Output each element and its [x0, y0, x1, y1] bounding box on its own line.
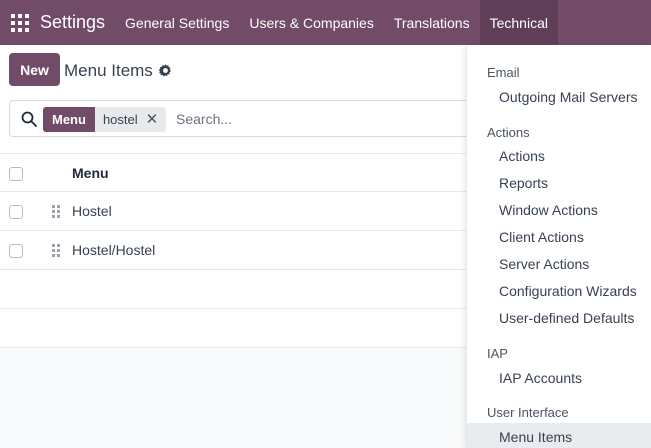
new-button[interactable]: New — [9, 53, 60, 86]
facet-value: hostel — [102, 112, 138, 127]
menu-item-user-defined-defaults[interactable]: User-defined Defaults — [467, 304, 651, 331]
menu-item-outgoing-mail-servers[interactable]: Outgoing Mail Servers — [467, 83, 651, 110]
menu-users-companies[interactable]: Users & Companies — [239, 0, 384, 45]
section-header-email: Email — [487, 65, 520, 80]
select-all-checkbox[interactable] — [9, 167, 23, 181]
search-facet: Menu hostel ✕ — [43, 107, 167, 132]
app-title[interactable]: Settings — [40, 12, 105, 33]
menu-item-iap-accounts[interactable]: IAP Accounts — [467, 364, 651, 391]
facet-value-box: hostel ✕ — [94, 107, 167, 132]
row-menu-name: Hostel/Hostel — [72, 242, 156, 258]
section-header-iap: IAP — [487, 346, 508, 361]
menu-item-client-actions[interactable]: Client Actions — [467, 223, 651, 250]
facet-label: Menu — [43, 107, 95, 132]
top-navbar: Settings General Settings Users & Compan… — [0, 0, 651, 45]
menu-general-settings[interactable]: General Settings — [115, 0, 239, 45]
column-header-menu[interactable]: Menu — [72, 165, 109, 181]
search-icon[interactable] — [21, 111, 37, 127]
section-header-actions: Actions — [487, 125, 530, 140]
drag-handle-icon[interactable] — [52, 205, 60, 219]
menu-item-window-actions[interactable]: Window Actions — [467, 196, 651, 223]
row-menu-name: Hostel — [72, 203, 112, 219]
menu-technical[interactable]: Technical — [479, 0, 558, 45]
search-bar: Menu hostel ✕ — [9, 100, 479, 137]
close-icon[interactable]: ✕ — [146, 112, 159, 127]
menu-item-reports[interactable]: Reports — [467, 169, 651, 196]
page-title: Menu Items — [64, 61, 153, 80]
menu-item-menu-items[interactable]: Menu Items — [467, 423, 651, 448]
apps-grid-icon[interactable] — [11, 13, 29, 32]
row-checkbox[interactable] — [9, 205, 23, 219]
drag-handle-icon[interactable] — [52, 244, 60, 258]
section-header-user-interface: User Interface — [487, 405, 569, 420]
gear-icon[interactable] — [159, 64, 172, 77]
technical-dropdown-menu: Email Outgoing Mail Servers Actions Acti… — [466, 45, 651, 448]
menu-translations[interactable]: Translations — [384, 0, 480, 45]
row-checkbox[interactable] — [9, 244, 23, 258]
menu-item-configuration-wizards[interactable]: Configuration Wizards — [467, 277, 651, 304]
menu-item-actions[interactable]: Actions — [467, 142, 651, 169]
search-input[interactable] — [176, 109, 456, 129]
menu-item-server-actions[interactable]: Server Actions — [467, 250, 651, 277]
